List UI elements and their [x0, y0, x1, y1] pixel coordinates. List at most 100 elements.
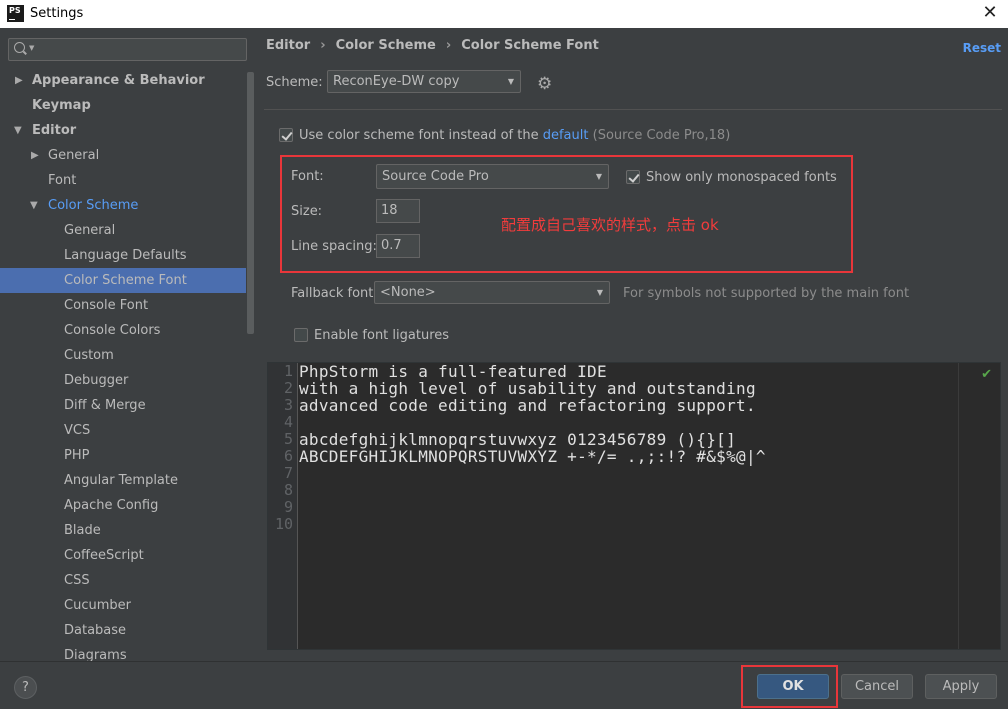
expand-arrow-icon[interactable]: ▶: [15, 68, 23, 93]
divider: [264, 109, 1002, 110]
sidebar-item-label: Appearance & Behavior: [32, 73, 205, 88]
sidebar-item-label: Apache Config: [64, 498, 159, 513]
line-number: 6: [283, 447, 293, 465]
code-line: advanced code editing and refactoring su…: [299, 396, 756, 415]
sidebar-item-language-defaults[interactable]: Language Defaults: [0, 243, 246, 268]
code-line: abcdefghijklmnopqrstuvwxyz 0123456789 ()…: [299, 430, 737, 449]
sidebar-item-label: Console Font: [64, 298, 149, 313]
sidebar-item-apache-config[interactable]: Apache Config: [0, 493, 246, 518]
line-number: 2: [283, 379, 293, 397]
phpstorm-app-icon: PS: [7, 5, 24, 22]
sidebar-item-cucumber[interactable]: Cucumber: [0, 593, 246, 618]
line-number: 9: [283, 498, 293, 516]
sidebar-item-color-scheme[interactable]: ▼ Color Scheme: [0, 193, 246, 218]
gear-icon[interactable]: ⚙: [537, 74, 552, 94]
code-line: with a high level of usability and outst…: [299, 379, 756, 398]
font-dropdown[interactable]: Source Code Pro ▼: [376, 164, 609, 189]
chevron-down-icon: ▼: [596, 288, 603, 297]
settings-sidebar: ▼ ▶ Appearance & Behavior Keymap ▼ Edito…: [0, 28, 256, 661]
scheme-dropdown[interactable]: ReconEye-DW copy ▼: [327, 70, 521, 93]
use-scheme-font-label: Use color scheme font instead of the: [299, 128, 539, 143]
chevron-down-icon: ▼: [507, 77, 514, 86]
sidebar-item-diagrams[interactable]: Diagrams: [0, 643, 246, 661]
sidebar-item-font[interactable]: Font: [0, 168, 246, 193]
line-spacing-input[interactable]: 0.7: [376, 234, 420, 258]
apply-button[interactable]: Apply: [925, 674, 997, 699]
sidebar-item-diff-merge[interactable]: Diff & Merge: [0, 393, 246, 418]
sidebar-item-label: Font: [48, 173, 77, 188]
sidebar-item-vcs[interactable]: VCS: [0, 418, 246, 443]
inspection-ok-icon: ✔: [981, 367, 992, 382]
font-value: Source Code Pro: [382, 169, 489, 184]
chevron-down-icon: ▼: [595, 172, 602, 181]
breadcrumb-color-scheme-font: Color Scheme Font: [461, 38, 599, 53]
sidebar-item-editor-general[interactable]: ▶ General: [0, 143, 246, 168]
line-number: 3: [283, 396, 293, 414]
close-icon[interactable]: ✕: [980, 1, 1000, 25]
breadcrumb-separator: ›: [320, 38, 326, 53]
breadcrumb-color-scheme: Color Scheme: [335, 38, 436, 53]
sidebar-item-custom[interactable]: Custom: [0, 343, 246, 368]
sidebar-item-appearance-behavior[interactable]: ▶ Appearance & Behavior: [0, 68, 246, 93]
sidebar-scrollbar[interactable]: [246, 68, 255, 661]
sidebar-item-editor[interactable]: ▼ Editor: [0, 118, 246, 143]
use-scheme-font-row: Use color scheme font instead of the def…: [299, 128, 730, 143]
settings-tree: ▶ Appearance & Behavior Keymap ▼ Editor …: [0, 68, 246, 661]
ligatures-checkbox[interactable]: [294, 328, 308, 342]
default-font-link[interactable]: default: [543, 128, 589, 143]
monospaced-only-checkbox[interactable]: [626, 170, 640, 184]
scheme-value: ReconEye-DW copy: [333, 74, 460, 89]
sidebar-item-css[interactable]: CSS: [0, 568, 246, 593]
sidebar-item-label: Cucumber: [64, 598, 131, 613]
sidebar-item-color-scheme-general[interactable]: General: [0, 218, 246, 243]
settings-content: Editor › Color Scheme › Color Scheme Font Re…: [256, 28, 1008, 661]
window-title: Settings: [30, 6, 84, 21]
sidebar-item-label: Debugger: [64, 373, 129, 388]
ok-button[interactable]: OK: [757, 674, 829, 699]
collapse-arrow-icon[interactable]: ▼: [14, 118, 22, 143]
line-number-gutter: 1 2 3 4 5 6 7 8 9 10: [268, 363, 298, 649]
sidebar-item-console-font[interactable]: Console Font: [0, 293, 246, 318]
search-icon: [14, 42, 25, 53]
sidebar-item-coffeescript[interactable]: CoffeeScript: [0, 543, 246, 568]
fallback-font-dropdown[interactable]: <None> ▼: [374, 281, 610, 304]
expand-arrow-icon[interactable]: ▶: [31, 143, 39, 168]
scrollbar-thumb[interactable]: [247, 72, 254, 334]
sidebar-item-keymap[interactable]: Keymap: [0, 93, 246, 118]
settings-search-input[interactable]: ▼: [8, 38, 247, 61]
sidebar-item-label: CoffeeScript: [64, 548, 144, 563]
use-scheme-font-checkbox[interactable]: [279, 128, 293, 142]
line-spacing-label: Line spacing:: [291, 239, 377, 254]
sidebar-item-console-colors[interactable]: Console Colors: [0, 318, 246, 343]
collapse-arrow-icon[interactable]: ▼: [30, 193, 38, 218]
sidebar-item-debugger[interactable]: Debugger: [0, 368, 246, 393]
size-input[interactable]: 18: [376, 199, 420, 223]
sidebar-item-label: Color Scheme Font: [64, 273, 187, 288]
line-number: 1: [283, 362, 293, 380]
sidebar-item-label: Keymap: [32, 98, 91, 113]
sidebar-item-color-scheme-font[interactable]: Color Scheme Font: [0, 268, 246, 293]
fallback-font-label: Fallback font:: [291, 286, 378, 301]
sidebar-item-database[interactable]: Database: [0, 618, 246, 643]
sidebar-item-label: General: [64, 223, 116, 238]
sidebar-item-label: General: [48, 148, 100, 163]
ligatures-label: Enable font ligatures: [314, 328, 450, 343]
breadcrumb: Editor › Color Scheme › Color Scheme Font: [266, 38, 599, 53]
font-label: Font:: [291, 169, 324, 184]
fallback-font-value: <None>: [380, 285, 436, 300]
cancel-button[interactable]: Cancel: [841, 674, 913, 699]
sidebar-item-label: Angular Template: [64, 473, 178, 488]
sidebar-item-label: Database: [64, 623, 127, 638]
reset-link[interactable]: Reset: [963, 41, 1001, 55]
sidebar-item-php[interactable]: PHP: [0, 443, 246, 468]
help-icon[interactable]: ?: [14, 676, 37, 699]
breadcrumb-editor: Editor: [266, 38, 311, 53]
sidebar-item-angular-template[interactable]: Angular Template: [0, 468, 246, 493]
sidebar-item-label: Blade: [64, 523, 101, 538]
search-options-icon: ▼: [29, 44, 35, 52]
font-preview-editor[interactable]: 1 2 3 4 5 6 7 8 9 10 PhpStorm is a full-…: [267, 362, 1001, 650]
sidebar-item-blade[interactable]: Blade: [0, 518, 246, 543]
sidebar-item-label: Custom: [64, 348, 114, 363]
line-number: 4: [283, 413, 293, 431]
